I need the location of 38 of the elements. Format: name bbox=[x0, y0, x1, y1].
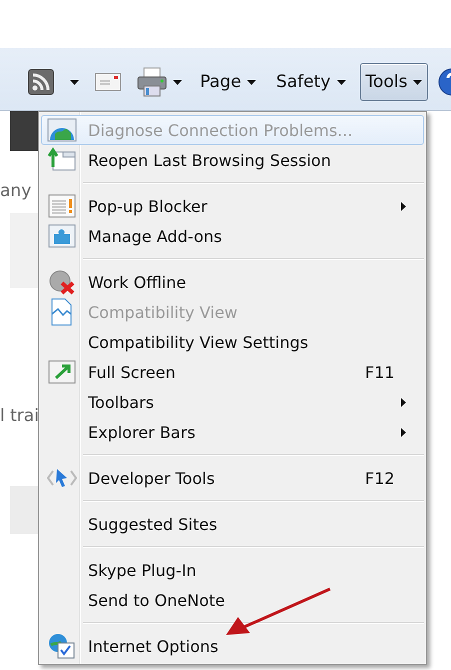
printer-icon bbox=[137, 67, 167, 97]
menu-item[interactable]: Reopen Last Browsing Session bbox=[41, 145, 424, 175]
offline-globe-icon bbox=[48, 269, 76, 295]
shortcut-text: F11 bbox=[365, 362, 396, 382]
globe-icon bbox=[47, 118, 77, 142]
fullscreen-icon bbox=[48, 360, 76, 384]
menu-item[interactable]: Suggested Sites bbox=[41, 509, 424, 539]
reopen-tabs-icon bbox=[47, 147, 77, 173]
caret-icon bbox=[70, 80, 79, 84]
caret-icon bbox=[173, 80, 182, 84]
popup-blocker-icon bbox=[48, 194, 76, 218]
caret-icon bbox=[336, 80, 346, 84]
menu-item[interactable]: Explorer Bars bbox=[41, 417, 424, 447]
broken-page-icon bbox=[50, 298, 74, 326]
menu-item[interactable]: Send to OneNote bbox=[41, 585, 424, 615]
caret-icon bbox=[413, 80, 422, 84]
feed-icon bbox=[28, 69, 54, 95]
cursor-icon bbox=[47, 467, 77, 489]
page-text: l trai bbox=[0, 406, 38, 426]
puzzle-icon bbox=[48, 224, 76, 248]
menu-button[interactable]: Tools bbox=[360, 63, 428, 101]
page-header-bar bbox=[10, 111, 38, 151]
menu-item[interactable]: Pop-up Blocker bbox=[41, 191, 424, 221]
menu-item[interactable]: Internet Options bbox=[41, 631, 424, 661]
menu-button[interactable]: Page bbox=[194, 63, 262, 101]
internet-options-icon bbox=[48, 633, 76, 659]
menu-item[interactable]: Manage Add-ons bbox=[41, 221, 424, 251]
menu-button[interactable]: Safety bbox=[270, 63, 352, 101]
page-text: any bbox=[0, 181, 32, 201]
menu-item[interactable]: Skype Plug-In bbox=[41, 555, 424, 585]
menu-item[interactable]: Full Screen F11 bbox=[41, 357, 424, 387]
menu-item[interactable]: Work Offline bbox=[41, 267, 424, 297]
menu-item[interactable]: Compatibility View Settings bbox=[41, 327, 424, 357]
menu-item[interactable]: Toolbars bbox=[41, 387, 424, 417]
shortcut-text: F12 bbox=[365, 468, 396, 488]
mail-icon bbox=[95, 73, 121, 91]
caret-icon bbox=[247, 80, 256, 84]
menu-item[interactable]: Developer Tools F12 bbox=[41, 463, 424, 493]
